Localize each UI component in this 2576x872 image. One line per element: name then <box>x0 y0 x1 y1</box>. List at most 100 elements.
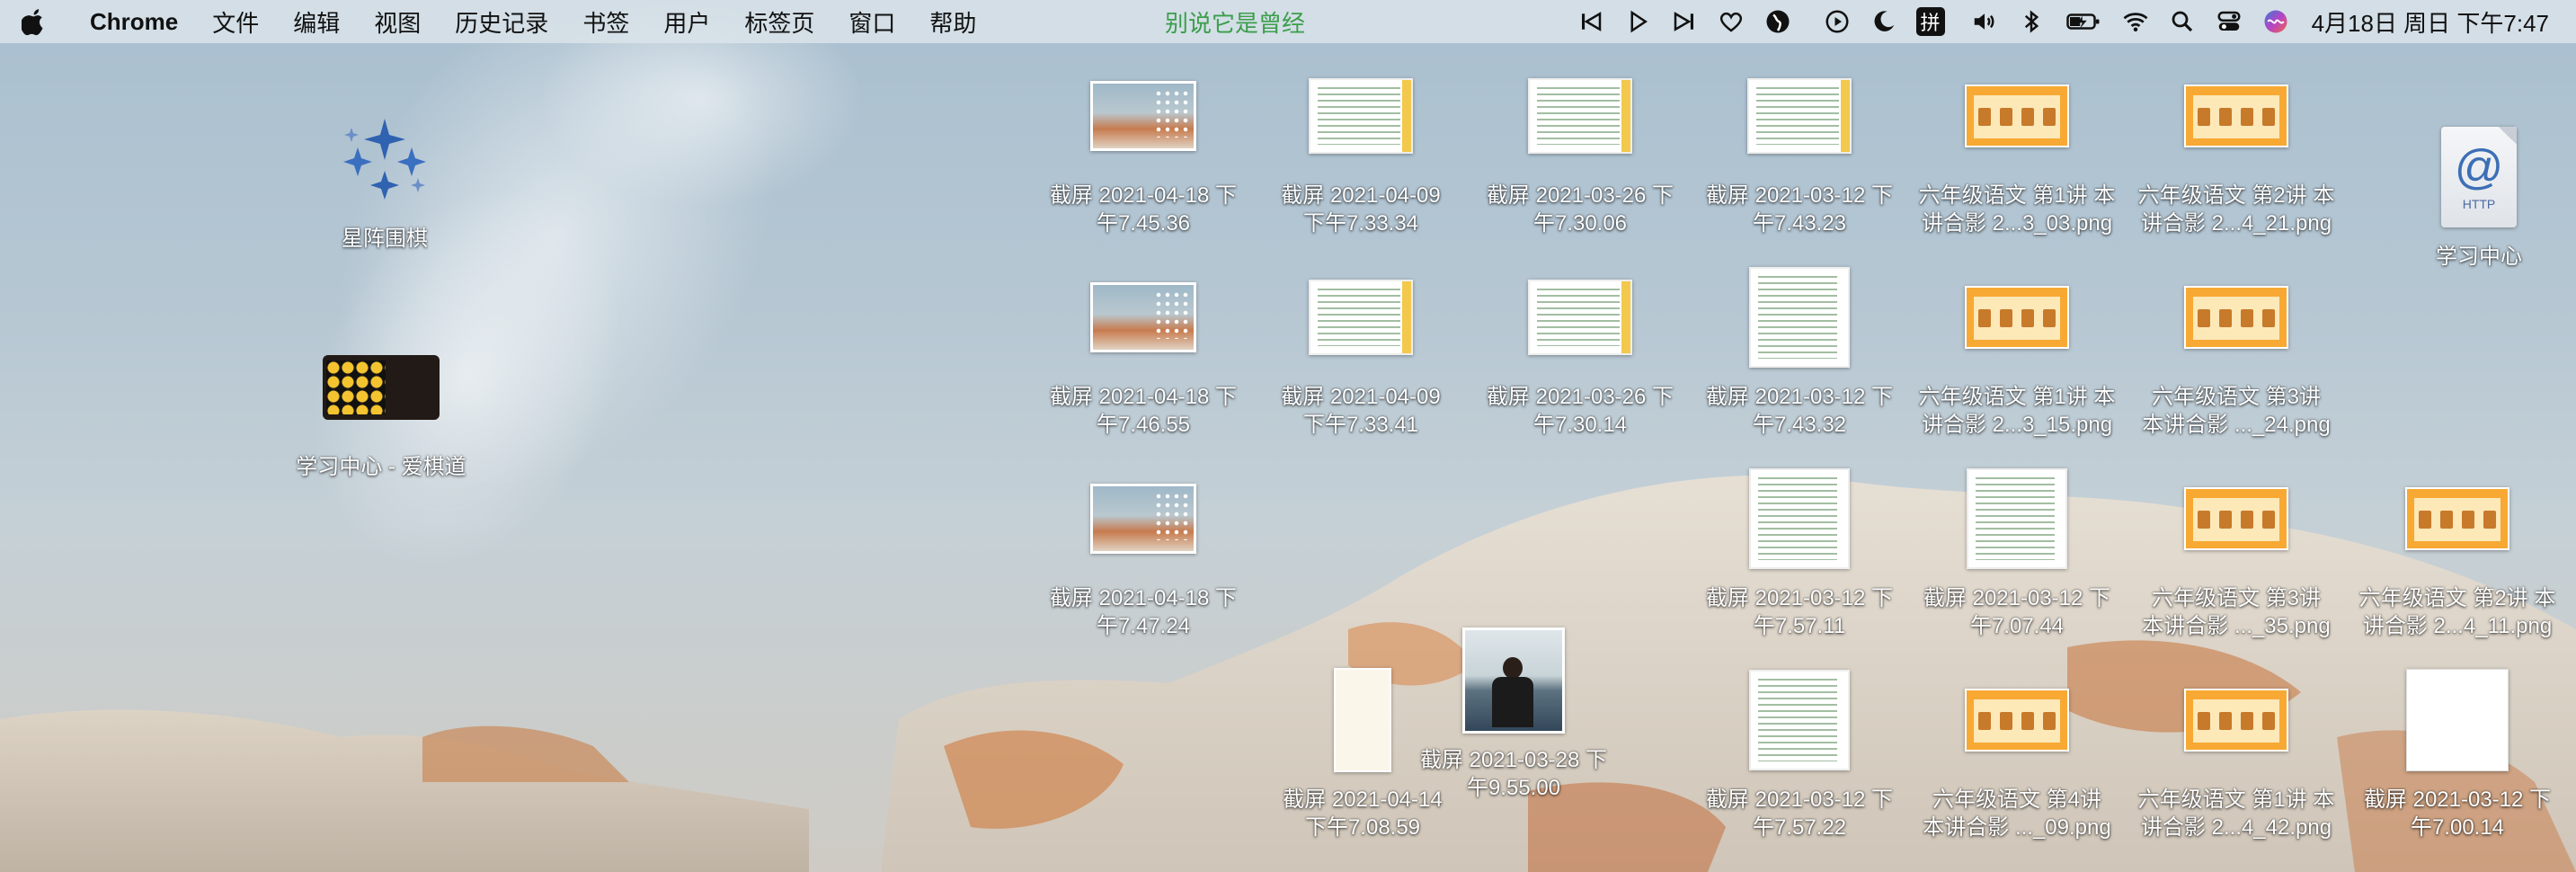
file-label-line-1: 截屏 2021-04-09 <box>1281 183 1441 208</box>
menu-file[interactable]: 文件 <box>212 5 259 39</box>
file-label-line-1: 截屏 2021-03-26 下 <box>1486 385 1674 409</box>
menu-history[interactable]: 历史记录 <box>455 5 548 39</box>
desktop-file[interactable]: 截屏 2021-03-12 下午7.07.44 <box>1911 458 2123 640</box>
dark-mode-moon-icon[interactable] <box>1864 0 1904 43</box>
file-label-line-1: 六年级语文 第3讲 <box>2151 385 2321 409</box>
battery-charging-icon[interactable] <box>2058 0 2109 43</box>
file-label: 截屏 2021-03-12 下午7.07.44 <box>1911 584 2123 640</box>
heart-icon[interactable] <box>1711 0 1751 43</box>
file-label-line-2: 午7.46.55 <box>1096 413 1191 437</box>
desktop-file[interactable]: 六年级语文 第2讲 本讲合影 2...4_11.png <box>2351 458 2563 640</box>
menu-app-name[interactable]: Chrome <box>90 8 178 36</box>
desktop-file[interactable]: 截屏 2021-03-12 下午7.57.11 <box>1693 458 1905 640</box>
blank-thumbnail <box>2406 669 2509 771</box>
file-label-line-2: 午7.00.14 <box>2410 815 2505 840</box>
input-method-icon[interactable]: 拼 <box>1911 0 1950 43</box>
menu-edit[interactable]: 编辑 <box>293 5 340 39</box>
desktop-file[interactable]: 六年级语文 第1讲 本讲合影 2...3_03.png <box>1911 56 2123 237</box>
menu-window[interactable]: 窗口 <box>848 5 895 39</box>
file-label-line-2: 午7.57.11 <box>1753 614 1846 638</box>
menu-tab[interactable]: 标签页 <box>744 5 814 39</box>
file-label-line-2: 午7.57.22 <box>1752 815 1847 840</box>
file-label-line-1: 六年级语文 第4讲 <box>1932 787 2101 812</box>
menu-people[interactable]: 用户 <box>663 5 710 39</box>
file-label-line-1: 截屏 2021-03-12 下 <box>1705 787 1894 812</box>
file-label-line-1: 六年级语文 第1讲 本 <box>2137 787 2335 812</box>
file-label-line-1: 截屏 2021-04-18 下 <box>1049 183 1238 208</box>
file-label: 截屏 2021-04-18 下午7.45.36 <box>1037 182 1249 237</box>
file-label-line-2: 午7.45.36 <box>1096 211 1191 236</box>
play-icon[interactable] <box>1618 0 1657 43</box>
volume-icon[interactable] <box>1965 0 2004 43</box>
file-label-line-1: 截屏 2021-03-12 下 <box>1705 586 1894 610</box>
file-label-line-2: 午7.07.44 <box>1969 614 2065 638</box>
menu-view[interactable]: 视图 <box>374 5 421 39</box>
file-label-line-1: 六年级语文 第2讲 本 <box>2137 183 2335 208</box>
app-xingzhen-weiqi[interactable]: 星阵围棋 <box>279 99 491 253</box>
file-label-line-2: 讲合影 2...4_42.png <box>2140 815 2332 840</box>
desktop-file[interactable]: 六年级语文 第4讲 本讲合影 ..._09.png <box>1911 660 2123 841</box>
desktop-file[interactable]: 截屏 2021-03-28 下午9.55.00 <box>1408 620 1620 802</box>
desktop-file[interactable]: 截屏 2021-04-18 下午7.47.24 <box>1037 458 1249 640</box>
apple-menu-icon[interactable] <box>22 5 50 38</box>
file-label-line-2: 讲合影 2...3_15.png <box>1921 413 2113 437</box>
app-label: 星阵围棋 <box>342 227 428 251</box>
file-label-line-1: 截屏 2021-03-12 下 <box>1923 586 2111 610</box>
app-aiqidao-learning-center[interactable]: 学习中心 - 爱棋道 <box>275 327 487 481</box>
desktop-file[interactable]: 截屏 2021-04-09 下午7.33.34 <box>1255 56 1467 237</box>
bluetooth-icon[interactable] <box>2012 0 2051 43</box>
desktop-file[interactable]: 截屏 2021-03-26 下午7.30.06 <box>1474 56 1686 237</box>
file-label: 截屏 2021-03-12 下午7.57.22 <box>1693 786 1905 841</box>
file-label-line-2: 下午7.08.59 <box>1304 815 1421 840</box>
play-circle-icon[interactable] <box>1817 0 1857 43</box>
code-screenshot-thumbnail <box>1528 280 1632 355</box>
file-label-line-2: 午9.55.00 <box>1466 776 1561 800</box>
search-icon[interactable] <box>2163 0 2202 43</box>
code-screenshot-thumbnail <box>1967 468 2067 569</box>
class-photo-thumbnail <box>2184 85 2288 147</box>
desktop-file[interactable]: 截屏 2021-03-12 下午7.57.22 <box>1693 660 1905 841</box>
desktop-file[interactable]: 截屏 2021-03-12 下午7.00.14 <box>2351 660 2563 841</box>
class-photo-thumbnail <box>2184 286 2288 349</box>
desktop-file[interactable]: 截屏 2021-04-18 下午7.46.55 <box>1037 257 1249 439</box>
desktop-file[interactable]: 六年级语文 第3讲 本讲合影 ..._35.png <box>2130 458 2342 640</box>
code-screenshot-thumbnail <box>1749 267 1850 368</box>
desktop-file[interactable]: 截屏 2021-03-26 下午7.30.14 <box>1474 257 1686 439</box>
desktop-file[interactable]: 六年级语文 第3讲 本讲合影 ..._24.png <box>2130 257 2342 439</box>
wifi-icon[interactable] <box>2116 0 2155 43</box>
file-label: 六年级语文 第2讲 本讲合影 2...4_11.png <box>2351 584 2563 640</box>
now-playing-title[interactable]: 别说它是曾经 <box>1165 0 1305 43</box>
menu-bookmarks[interactable]: 书签 <box>582 5 629 39</box>
file-label: 截屏 2021-04-09 下午7.33.34 <box>1255 182 1467 237</box>
file-label-line-2: 午7.30.14 <box>1532 413 1628 437</box>
xingzhen-app-icon <box>343 119 426 200</box>
class-photo-thumbnail <box>1965 286 2069 349</box>
input-method-label: 拼 <box>1915 7 1945 36</box>
desktop-file[interactable]: 截屏 2021-03-12 下午7.43.23 <box>1693 56 1905 237</box>
siri-icon[interactable] <box>2256 0 2296 43</box>
file-label: 六年级语文 第3讲 本讲合影 ..._24.png <box>2130 383 2342 439</box>
desktop-file[interactable]: 六年级语文 第1讲 本讲合影 2...3_15.png <box>1911 257 2123 439</box>
learning-center-http-location[interactable]: @ HTTP 学习中心 <box>2373 117 2576 271</box>
code-screenshot-thumbnail <box>1309 280 1413 355</box>
menu-help[interactable]: 帮助 <box>929 5 976 39</box>
desktop-file[interactable]: 截屏 2021-04-18 下午7.45.36 <box>1037 56 1249 237</box>
desktop-file[interactable]: 截屏 2021-04-09 下午7.33.41 <box>1255 257 1467 439</box>
control-center-icon[interactable] <box>2209 0 2249 43</box>
desktop-file[interactable]: 六年级语文 第2讲 本讲合影 2...4_21.png <box>2130 56 2342 237</box>
file-label-line-1: 截屏 2021-03-12 下 <box>1705 183 1894 208</box>
file-label-line-2: 下午7.33.41 <box>1302 413 1419 437</box>
class-photo-thumbnail <box>2405 487 2509 550</box>
desktop-file[interactable]: 截屏 2021-03-12 下午7.43.32 <box>1693 257 1905 439</box>
next-track-icon[interactable] <box>1665 0 1704 43</box>
file-label: 截屏 2021-03-26 下午7.30.06 <box>1474 182 1686 237</box>
file-label-line-2: 讲合影 2...4_21.png <box>2140 211 2332 236</box>
previous-track-icon[interactable] <box>1571 0 1611 43</box>
menu-clock[interactable]: 4月18日 周日 下午7:47 <box>2312 5 2549 39</box>
file-label-line-1: 截屏 2021-04-18 下 <box>1049 385 1238 409</box>
desktop-file[interactable]: 六年级语文 第1讲 本讲合影 2...4_42.png <box>2130 660 2342 841</box>
globe-icon[interactable] <box>1758 0 1798 43</box>
image-thumbnail <box>1090 81 1196 151</box>
code-screenshot-thumbnail <box>1749 468 1850 569</box>
person-photo-thumbnail <box>1462 627 1565 734</box>
